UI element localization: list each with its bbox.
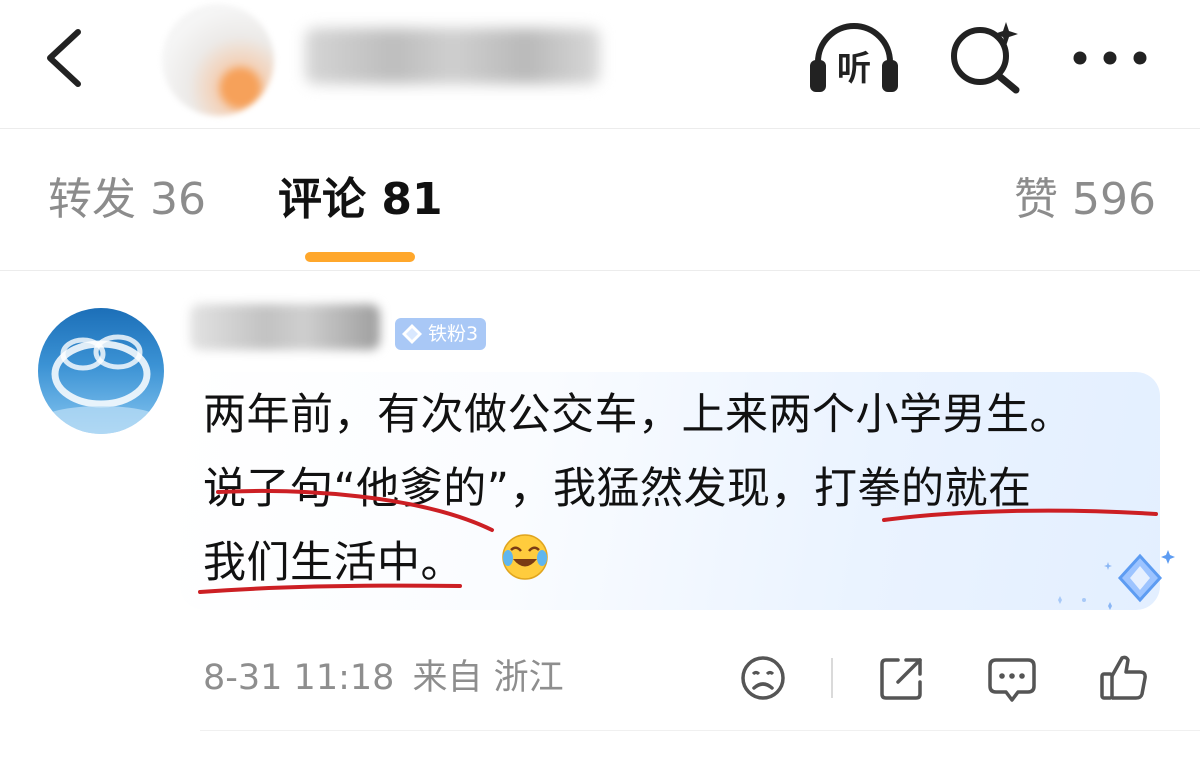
thumbs-up-icon [1100, 655, 1147, 700]
back-button[interactable] [40, 28, 96, 88]
tab-likes-count: 596 [1072, 174, 1156, 225]
fan-badge-label: 铁粉3 [428, 323, 479, 345]
tab-likes[interactable]: 赞 596 [1014, 168, 1156, 232]
tab-repost-count: 36 [150, 174, 206, 225]
reply-button[interactable] [984, 650, 1040, 706]
comment-line: 说了句“他爹的”，我猛然发现，打拳的就在 [203, 464, 1032, 514]
commenter-avatar[interactable] [38, 308, 164, 434]
search-sparkle-icon [951, 22, 1020, 94]
laughing-crying-emoji [502, 534, 548, 580]
diamond-icon [402, 324, 422, 344]
listen-button[interactable]: 听 [806, 20, 902, 96]
share-icon [880, 658, 922, 700]
fan-badge[interactable]: 铁粉3 [395, 318, 487, 350]
comment-text: 两年前，有次做公交车，上来两个小学男生。 说了句“他爹的”，我猛然发现，打拳的就在… [203, 378, 1163, 600]
headphones-icon: 听 [810, 23, 898, 92]
bubble-decoration-icon [1058, 550, 1175, 610]
like-button[interactable] [1096, 650, 1152, 706]
tab-repost-label: 转发 [48, 174, 136, 225]
comment-meta: 8-31 11:18 来自 浙江 [203, 650, 582, 706]
chevron-left-icon [47, 29, 81, 87]
comment-line: 两年前，有次做公交车，上来两个小学男生。 [203, 390, 1073, 440]
post-author-name-blurred[interactable] [305, 28, 600, 84]
more-button[interactable] [1070, 30, 1152, 86]
share-button[interactable] [874, 650, 930, 706]
tab-comments-label: 评论 [278, 174, 366, 225]
comment-page: 听 转发 36 评论 81 赞 596 铁粉3 两年前，有次做公交车，上来两个小… [0, 0, 1200, 757]
tab-comments[interactable]: 评论 81 [278, 168, 443, 232]
listen-label: 听 [837, 49, 871, 89]
header-divider [0, 128, 1200, 129]
dislike-button[interactable] [735, 650, 791, 706]
comment-time: 8-31 11:18 [203, 658, 395, 698]
ellipsis-icon [1073, 51, 1147, 65]
comment-location: 来自 浙江 [412, 658, 564, 698]
search-button[interactable] [946, 18, 1024, 96]
commenter-name-blurred[interactable] [190, 304, 380, 350]
sad-face-icon [741, 656, 785, 700]
top-bar: 听 [0, 0, 1200, 128]
tab-repost[interactable]: 转发 36 [48, 168, 206, 232]
comment-icon [988, 658, 1036, 702]
tab-comments-count: 81 [381, 174, 443, 225]
tab-likes-label: 赞 [1014, 174, 1059, 225]
post-author-avatar[interactable] [162, 4, 274, 116]
cloud-avatar-image [41, 334, 161, 434]
comment-divider [200, 730, 1200, 731]
tabs-divider [0, 270, 1200, 271]
comment-line: 我们生活中。 [203, 538, 464, 588]
action-separator [831, 658, 833, 698]
active-tab-indicator [305, 252, 415, 262]
